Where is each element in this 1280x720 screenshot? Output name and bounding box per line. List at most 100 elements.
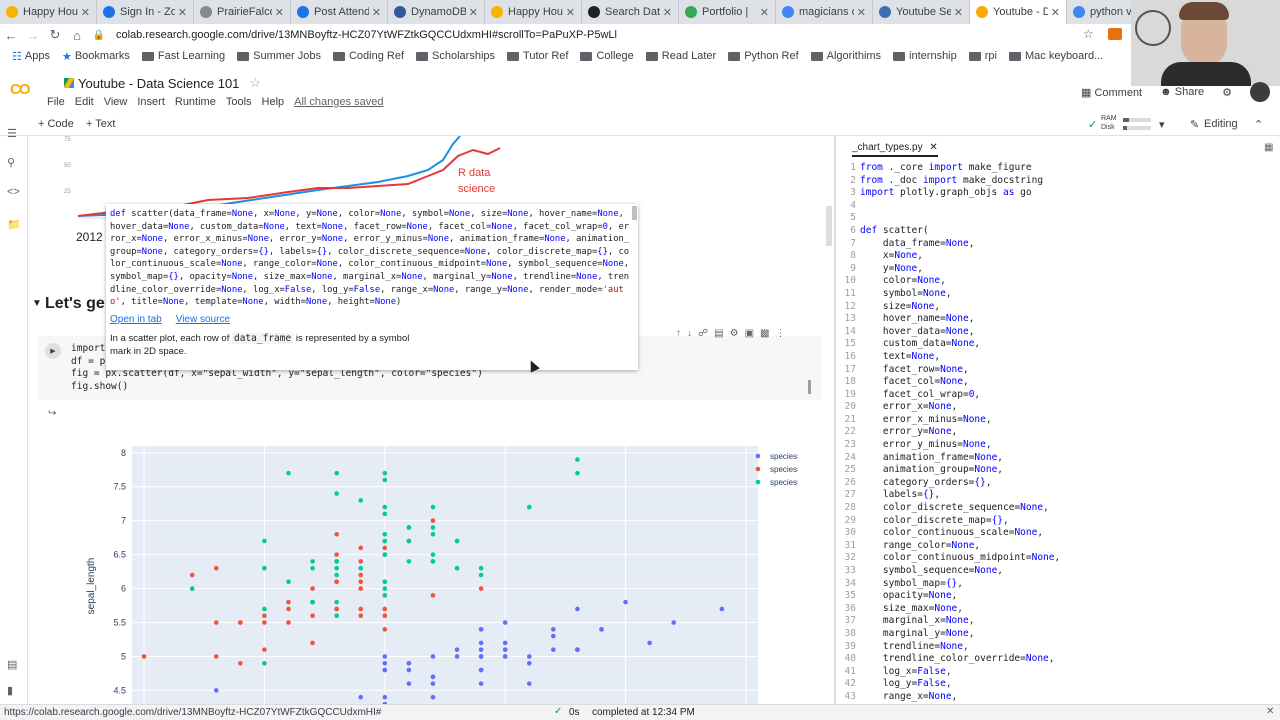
data-point[interactable] xyxy=(382,654,388,659)
run-cell-button[interactable]: ▶ xyxy=(45,343,61,359)
data-point[interactable] xyxy=(478,586,484,591)
browser-tab[interactable]: Post Attend ✕ xyxy=(291,0,388,24)
legend-label[interactable]: species=versicolor xyxy=(770,465,798,474)
menu-help[interactable]: Help xyxy=(262,96,285,108)
data-point[interactable] xyxy=(526,660,532,666)
tab-close-icon[interactable]: ✕ xyxy=(178,6,187,19)
close-status-icon[interactable]: ✕ xyxy=(1266,706,1274,717)
data-point[interactable] xyxy=(310,586,315,591)
data-point[interactable] xyxy=(599,627,604,632)
url-text[interactable]: colab.research.google.com/drive/13MNBoyf… xyxy=(116,29,617,41)
bookmark-star-icon[interactable]: ☆ xyxy=(1083,27,1094,41)
browser-tab[interactable]: PrairieFalco ✕ xyxy=(194,0,291,24)
delete-cell-icon[interactable]: ▩ xyxy=(760,328,769,339)
browser-tab[interactable]: magicians c ✕ xyxy=(776,0,873,24)
settings-gear-icon[interactable]: ⚙ xyxy=(1222,86,1232,99)
data-point[interactable] xyxy=(382,545,388,551)
data-point[interactable] xyxy=(406,525,412,530)
data-point[interactable] xyxy=(358,498,364,503)
data-point[interactable] xyxy=(382,470,388,476)
browser-tab[interactable]: Youtube Se ✕ xyxy=(873,0,970,24)
data-point[interactable] xyxy=(382,694,388,700)
data-point[interactable] xyxy=(430,518,436,523)
data-point[interactable] xyxy=(286,579,291,585)
mirror-cell-icon[interactable]: ▣ xyxy=(745,328,754,339)
legend-marker[interactable] xyxy=(755,479,761,485)
bookmark-item[interactable]: Algorithims xyxy=(810,50,881,62)
data-point[interactable] xyxy=(358,613,364,619)
data-point[interactable] xyxy=(238,620,243,625)
legend-label[interactable]: species=setosa xyxy=(770,452,798,461)
data-point[interactable] xyxy=(358,694,364,700)
data-point[interactable] xyxy=(334,599,339,605)
browser-tab[interactable]: Portfolio | ✕ xyxy=(679,0,776,24)
menu-tools[interactable]: Tools xyxy=(226,96,252,108)
more-options-icon[interactable]: ⋮ xyxy=(775,328,785,339)
data-point[interactable] xyxy=(262,647,267,652)
data-point[interactable] xyxy=(430,552,436,557)
output-icon[interactable]: ↪ xyxy=(48,408,56,419)
data-point[interactable] xyxy=(502,647,508,652)
tab-close-icon[interactable]: ✕ xyxy=(1051,6,1060,19)
reload-icon[interactable]: ↻ xyxy=(44,27,66,43)
menu-view[interactable]: View xyxy=(104,96,128,108)
back-icon[interactable]: ← xyxy=(0,28,22,43)
data-point[interactable] xyxy=(382,627,388,632)
data-point[interactable] xyxy=(575,606,580,612)
command-palette-icon[interactable]: ▤ xyxy=(7,658,17,671)
data-point[interactable] xyxy=(262,565,267,571)
data-point[interactable] xyxy=(575,457,580,462)
data-point[interactable] xyxy=(382,586,388,591)
data-point[interactable] xyxy=(382,538,388,544)
data-point[interactable] xyxy=(430,654,436,659)
data-point[interactable] xyxy=(430,504,436,510)
bookmark-item[interactable]: Coding Ref xyxy=(332,50,404,62)
bookmark-item[interactable]: rpi xyxy=(968,50,997,62)
bookmark-item[interactable]: Tutor Ref xyxy=(507,50,568,62)
comment-button[interactable]: ▦ Comment xyxy=(1081,86,1142,99)
data-point[interactable] xyxy=(310,559,315,564)
toc-icon[interactable]: ☰ xyxy=(7,127,17,140)
data-point[interactable] xyxy=(286,620,291,625)
data-point[interactable] xyxy=(286,470,291,476)
data-point[interactable] xyxy=(334,572,339,578)
data-point[interactable] xyxy=(382,593,388,598)
open-in-tab-link[interactable]: Open in tab xyxy=(110,314,162,325)
bookmark-item[interactable]: ☷ Apps xyxy=(12,50,50,63)
data-point[interactable] xyxy=(358,559,364,564)
data-point[interactable] xyxy=(382,552,388,557)
data-point[interactable] xyxy=(623,599,628,605)
browser-tab[interactable]: Happy Hou ✕ xyxy=(485,0,582,24)
runtime-dropdown-icon[interactable]: ▾ xyxy=(1159,118,1165,131)
data-point[interactable] xyxy=(551,633,556,639)
data-point[interactable] xyxy=(334,491,339,496)
data-point[interactable] xyxy=(334,470,339,476)
data-point[interactable] xyxy=(454,538,460,544)
data-point[interactable] xyxy=(430,531,436,537)
tab-close-icon[interactable]: ✕ xyxy=(857,6,866,19)
data-point[interactable] xyxy=(334,579,339,585)
data-point[interactable] xyxy=(382,579,388,585)
menu-edit[interactable]: Edit xyxy=(75,96,94,108)
cell-settings-icon[interactable]: ⚙ xyxy=(730,328,739,339)
data-point[interactable] xyxy=(502,620,508,625)
data-point[interactable] xyxy=(382,511,388,517)
data-point[interactable] xyxy=(526,681,532,686)
data-point[interactable] xyxy=(454,565,460,571)
data-point[interactable] xyxy=(382,606,388,612)
data-point[interactable] xyxy=(430,681,436,686)
view-source-link[interactable]: View source xyxy=(176,314,230,325)
data-point[interactable] xyxy=(478,667,484,673)
ram-meter[interactable] xyxy=(1123,118,1151,122)
share-button[interactable]: ☻ Share xyxy=(1160,86,1204,98)
forward-icon[interactable]: → xyxy=(22,28,44,43)
data-point[interactable] xyxy=(575,470,580,476)
data-point[interactable] xyxy=(189,586,195,591)
tab-close-icon[interactable]: ✕ xyxy=(566,6,575,19)
data-point[interactable] xyxy=(406,660,412,666)
data-point[interactable] xyxy=(647,640,652,646)
collapse-section-icon[interactable]: ▼ xyxy=(32,298,42,309)
data-point[interactable] xyxy=(478,654,484,659)
data-point[interactable] xyxy=(382,660,388,666)
terminal-icon[interactable]: ▮ xyxy=(7,684,13,697)
